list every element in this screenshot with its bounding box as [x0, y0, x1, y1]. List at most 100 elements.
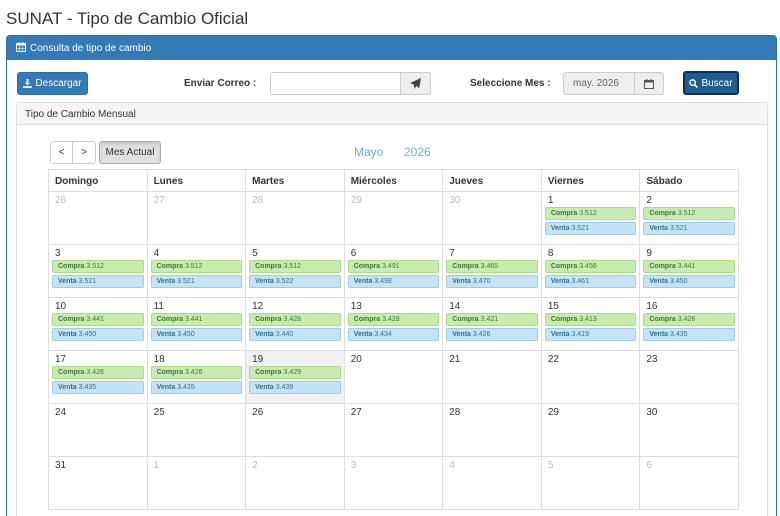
current-month-button[interactable]: Mes Actual — [99, 141, 161, 164]
compra-rate-event[interactable]: Compra 3.441 — [643, 260, 735, 273]
send-email-button[interactable] — [401, 72, 431, 95]
compra-rate-event[interactable]: Compra 3.428 — [347, 313, 440, 326]
compra-rate-event[interactable]: Compra 3.413 — [544, 313, 637, 326]
calendar-day-cell[interactable]: 20 — [343, 350, 444, 404]
compra-rate-event[interactable]: Compra 3.441 — [52, 313, 144, 326]
venta-rate-event[interactable]: Venta 3.521 — [544, 222, 637, 235]
venta-rate-event[interactable]: Venta 3.435 — [150, 381, 243, 394]
venta-value: 3.461 — [571, 278, 589, 285]
venta-rate-event[interactable]: Venta 3.434 — [347, 328, 440, 341]
venta-label: Venta — [58, 278, 77, 285]
search-icon — [689, 78, 699, 88]
compra-rate-event[interactable]: Compra 3.456 — [544, 260, 637, 273]
venta-rate-event[interactable]: Venta 3.435 — [643, 328, 735, 341]
venta-rate-event[interactable]: Venta 3.522 — [249, 275, 341, 288]
calendar-day-cell[interactable]: 12 Compra 3.428 Venta 3.440 — [245, 297, 345, 351]
calendar-day-cell[interactable]: 16 Compra 3.426 Venta 3.435 — [639, 297, 739, 351]
compra-value: 3.426 — [86, 369, 104, 376]
calendar-day-cell[interactable]: 29 — [343, 191, 444, 245]
venta-rate-event[interactable]: Venta 3.498 — [347, 275, 440, 288]
prev-month-button[interactable]: < — [50, 141, 73, 164]
calendar-day-cell[interactable]: 4 Compra 3.512 Venta 3.521 — [146, 244, 247, 298]
compra-rate-event[interactable]: Compra 3.441 — [150, 313, 243, 326]
compra-rate-event[interactable]: Compra 3.426 — [643, 313, 735, 326]
calendar-day-cell[interactable]: 5 Compra 3.512 Venta 3.522 — [245, 244, 345, 298]
calendar-day-cell[interactable]: 14 Compra 3.421 Venta 3.426 — [442, 297, 542, 351]
compra-rate-event[interactable]: Compra 3.512 — [150, 260, 243, 273]
calendar-month-title: Mayo — [354, 145, 384, 159]
next-month-button[interactable]: > — [73, 141, 96, 164]
compra-rate-event[interactable]: Compra 3.426 — [52, 366, 144, 379]
calendar-day-cell[interactable]: 25 — [146, 403, 247, 457]
venta-rate-event[interactable]: Venta 3.439 — [249, 381, 341, 394]
venta-rate-event[interactable]: Venta 3.450 — [643, 275, 735, 288]
calendar-day-cell[interactable]: 10 Compra 3.441 Venta 3.450 — [48, 297, 148, 351]
calendar-day-cell[interactable]: 19 Compra 3.429 Venta 3.439 — [245, 350, 345, 404]
venta-rate-event[interactable]: Venta 3.435 — [52, 381, 144, 394]
calendar-day-cell[interactable]: 27 — [343, 403, 444, 457]
calendar-day-cell[interactable]: 9 Compra 3.441 Venta 3.450 — [639, 244, 739, 298]
calendar-day-cell[interactable]: 21 — [442, 350, 542, 404]
calendar-day-cell[interactable]: 3 Compra 3.512 Venta 3.521 — [48, 244, 148, 298]
calendar-week-row: 24 25 26 27 28 29 30 — [48, 403, 739, 457]
calendar-day-cell[interactable]: 5 — [540, 456, 641, 510]
calendar-day-cell[interactable]: 11 Compra 3.441 Venta 3.450 — [146, 297, 247, 351]
calendar-day-cell[interactable]: 29 — [540, 403, 641, 457]
calendar-day-cell[interactable]: 28 — [245, 191, 345, 245]
calendar-day-cell[interactable]: 17 Compra 3.426 Venta 3.435 — [48, 350, 148, 404]
calendar-day-cell[interactable]: 4 — [442, 456, 542, 510]
venta-rate-event[interactable]: Venta 3.450 — [52, 328, 144, 341]
month-field[interactable] — [563, 72, 635, 95]
compra-rate-event[interactable]: Compra 3.426 — [150, 366, 243, 379]
calendar-day-cell[interactable]: 31 — [48, 456, 148, 510]
venta-value: 3.435 — [670, 331, 688, 338]
compra-rate-event[interactable]: Compra 3.512 — [643, 207, 735, 220]
calendar-day-cell[interactable]: 22 — [540, 350, 641, 404]
search-button[interactable]: Buscar — [683, 71, 739, 95]
venta-rate-event[interactable]: Venta 3.470 — [446, 275, 538, 288]
toolbar: Descargar Enviar Correo : Seleccione Mes… — [7, 70, 776, 96]
compra-rate-event[interactable]: Compra 3.491 — [347, 260, 440, 273]
calendar-day-cell[interactable]: 6 Compra 3.491 Venta 3.498 — [343, 244, 444, 298]
download-label: Descargar — [35, 78, 82, 89]
compra-rate-event[interactable]: Compra 3.429 — [249, 366, 341, 379]
calendar-day-cell[interactable]: 30 — [442, 191, 542, 245]
compra-rate-event[interactable]: Compra 3.512 — [544, 207, 637, 220]
calendar-day-cell[interactable]: 24 — [48, 403, 148, 457]
venta-rate-event[interactable]: Venta 3.426 — [446, 328, 538, 341]
compra-value: 3.512 — [579, 210, 597, 217]
calendar-day-cell[interactable]: 2 — [245, 456, 345, 510]
venta-rate-event[interactable]: Venta 3.521 — [52, 275, 144, 288]
calendar-day-cell[interactable]: 1 Compra 3.512 Venta 3.521 — [540, 191, 641, 245]
calendar-day-cell[interactable]: 30 — [639, 403, 739, 457]
venta-rate-event[interactable]: Venta 3.461 — [544, 275, 637, 288]
calendar-day-cell[interactable]: 28 — [442, 403, 542, 457]
calendar-day-cell[interactable]: 7 Compra 3.465 Venta 3.470 — [442, 244, 542, 298]
calendar-day-cell[interactable]: 18 Compra 3.426 Venta 3.435 — [146, 350, 247, 404]
calendar-day-cell[interactable]: 23 — [639, 350, 739, 404]
compra-rate-event[interactable]: Compra 3.428 — [249, 313, 341, 326]
venta-rate-event[interactable]: Venta 3.419 — [544, 328, 637, 341]
calendar-day-cell[interactable]: 13 Compra 3.428 Venta 3.434 — [343, 297, 444, 351]
compra-rate-event[interactable]: Compra 3.512 — [52, 260, 144, 273]
compra-value: 3.512 — [283, 263, 302, 270]
calendar-day-cell[interactable]: 3 — [343, 456, 444, 510]
compra-rate-event[interactable]: Compra 3.421 — [446, 313, 538, 326]
calendar-day-cell[interactable]: 6 — [639, 456, 739, 510]
calendar-day-cell[interactable]: 1 — [146, 456, 247, 510]
download-button[interactable]: Descargar — [17, 72, 88, 95]
compra-rate-event[interactable]: Compra 3.465 — [446, 260, 538, 273]
compra-rate-event[interactable]: Compra 3.512 — [249, 260, 341, 273]
month-picker-button[interactable] — [635, 72, 664, 95]
calendar-day-cell[interactable]: 2 Compra 3.512 Venta 3.521 — [639, 191, 739, 245]
calendar-day-cell[interactable]: 15 Compra 3.413 Venta 3.419 — [540, 297, 641, 351]
calendar-day-cell[interactable]: 27 — [146, 191, 247, 245]
venta-rate-event[interactable]: Venta 3.521 — [643, 222, 735, 235]
calendar-day-cell[interactable]: 26 — [48, 191, 148, 245]
venta-rate-event[interactable]: Venta 3.450 — [150, 328, 243, 341]
calendar-day-cell[interactable]: 26 — [245, 403, 345, 457]
venta-rate-event[interactable]: Venta 3.521 — [150, 275, 243, 288]
email-field[interactable] — [270, 72, 401, 95]
calendar-day-cell[interactable]: 8 Compra 3.456 Venta 3.461 — [540, 244, 641, 298]
venta-rate-event[interactable]: Venta 3.440 — [249, 328, 341, 341]
